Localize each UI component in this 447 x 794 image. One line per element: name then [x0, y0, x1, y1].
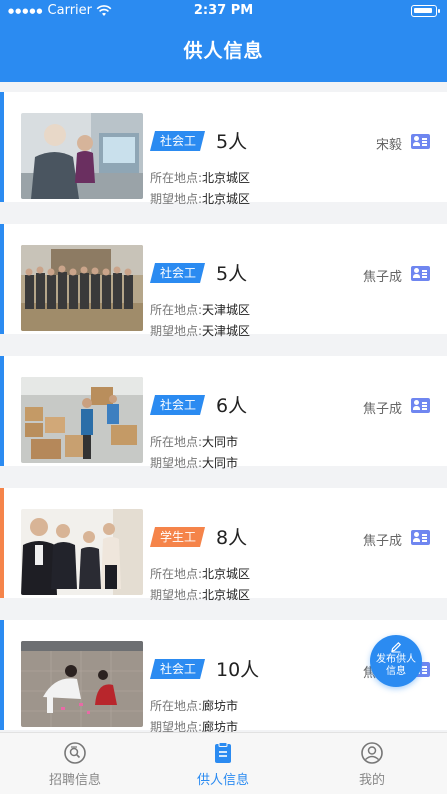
card-photo — [21, 509, 143, 595]
status-bar: ●●●●● Carrier 2:37 PM — [0, 0, 447, 22]
worker-count: 6人 — [216, 395, 248, 417]
desired-location: 期望地点:北京城区 — [150, 586, 250, 603]
pen-icon — [391, 641, 402, 653]
poster-name: 焦子成 — [362, 270, 402, 285]
worker-count: 5人 — [216, 263, 248, 285]
card-accent-bar — [0, 488, 4, 598]
desired-value: 廊坊市 — [202, 720, 239, 732]
location-value: 北京城区 — [202, 567, 251, 581]
contact-card-icon[interactable] — [411, 134, 430, 149]
card-accent-bar — [0, 92, 4, 202]
current-location: 所在地点:大同市 — [150, 433, 238, 450]
worker-count: 8人 — [216, 527, 248, 549]
tab-label: 供人信息 — [196, 773, 249, 788]
battery-icon — [411, 5, 440, 17]
list-item[interactable]: 学生工 8人 焦子成 所在地点:北京城区 期望地点:北京城区 — [0, 488, 447, 602]
location-value: 北京城区 — [202, 171, 251, 185]
bottom-tab-bar: 招聘信息 供人信息 我的 — [0, 732, 447, 794]
location-value: 廊坊市 — [202, 699, 239, 713]
location-label: 所在地点: — [150, 435, 203, 449]
desired-value: 北京城区 — [202, 588, 251, 602]
worker-count: 5人 — [216, 131, 248, 153]
clipboard-icon — [215, 742, 231, 763]
current-location: 所在地点:天津城区 — [150, 301, 250, 318]
list-item[interactable]: 社会工 5人 焦子成 所在地点:天津城区 期望地点:天津城区 — [0, 224, 447, 338]
desired-value: 天津城区 — [202, 324, 251, 338]
location-label: 所在地点: — [150, 171, 203, 185]
location-value: 天津城区 — [202, 303, 251, 317]
desired-location: 期望地点:天津城区 — [150, 322, 250, 339]
desired-label: 期望地点: — [150, 720, 203, 732]
app-header: ●●●●● Carrier 2:37 PM 供人信息 — [0, 0, 447, 82]
location-label: 所在地点: — [150, 567, 203, 581]
list-item[interactable]: 社会工 5人 宋毅 所在地点:北京城区 期望地点:北京城区 — [0, 92, 447, 206]
worker-count: 10人 — [216, 659, 260, 681]
desired-location: 期望地点:北京城区 — [150, 190, 250, 207]
tab-recruit-info[interactable]: 招聘信息 — [20, 741, 130, 788]
desired-location: 期望地点:大同市 — [150, 454, 238, 471]
worker-type-tag: 社会工 — [150, 131, 205, 151]
fab-label-line2: 信息 — [386, 666, 406, 677]
worker-type-tag: 社会工 — [150, 395, 205, 415]
tab-label: 我的 — [358, 773, 385, 788]
worker-type-tag: 社会工 — [150, 659, 205, 679]
poster-name: 焦子成 — [362, 534, 402, 549]
contact-card-icon[interactable] — [411, 266, 430, 281]
list-item[interactable]: 社会工 6人 焦子成 所在地点:大同市 期望地点:大同市 — [0, 356, 447, 470]
poster-name: 宋毅 — [375, 138, 402, 153]
card-photo — [21, 245, 143, 331]
card-photo — [21, 377, 143, 463]
current-location: 所在地点:北京城区 — [150, 565, 250, 582]
desired-label: 期望地点: — [150, 588, 203, 602]
location-value: 大同市 — [202, 435, 239, 449]
tab-label: 招聘信息 — [48, 773, 101, 788]
desired-label: 期望地点: — [150, 324, 203, 338]
current-location: 所在地点:廊坊市 — [150, 697, 238, 714]
page-title: 供人信息 — [183, 40, 264, 62]
card-accent-bar — [0, 620, 4, 730]
location-label: 所在地点: — [150, 699, 203, 713]
recruit-icon — [64, 742, 86, 764]
card-photo — [21, 641, 143, 727]
tab-supply-info[interactable]: 供人信息 — [168, 741, 278, 788]
publish-supply-button[interactable]: 发布供人 信息 — [370, 635, 422, 687]
worker-type-tag: 社会工 — [150, 263, 205, 283]
tab-mine[interactable]: 我的 — [317, 741, 427, 788]
desired-label: 期望地点: — [150, 192, 203, 206]
user-icon — [361, 742, 383, 764]
fab-label-line1: 发布供人 — [376, 654, 416, 665]
contact-card-icon[interactable] — [411, 398, 430, 413]
desired-value: 北京城区 — [202, 192, 251, 206]
contact-card-icon[interactable] — [411, 530, 430, 545]
card-accent-bar — [0, 224, 4, 334]
supply-list[interactable]: 社会工 5人 宋毅 所在地点:北京城区 期望地点:北京城区 社会工 5人 焦子成… — [0, 82, 447, 732]
current-location: 所在地点:北京城区 — [150, 169, 250, 186]
status-time: 2:37 PM — [193, 3, 254, 18]
worker-type-tag: 学生工 — [150, 527, 205, 547]
card-photo — [21, 113, 143, 199]
card-accent-bar — [0, 356, 4, 466]
location-label: 所在地点: — [150, 303, 203, 317]
poster-name: 焦子成 — [362, 402, 402, 417]
desired-label: 期望地点: — [150, 456, 203, 470]
desired-location: 期望地点:廊坊市 — [150, 718, 238, 732]
desired-value: 大同市 — [202, 456, 239, 470]
